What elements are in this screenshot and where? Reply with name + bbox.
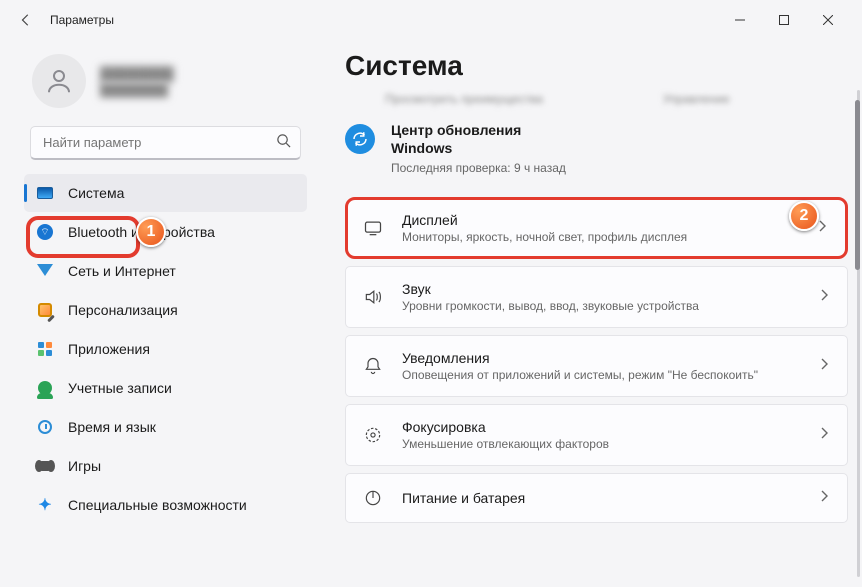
power-icon [362, 488, 384, 508]
sidebar-item-accessibility[interactable]: ✦ Специальные возможности [24, 486, 307, 524]
update-title-2: Windows [391, 140, 566, 158]
card-display[interactable]: Дисплей Мониторы, яркость, ночной свет, п… [345, 197, 848, 259]
sidebar-item-gaming[interactable]: Игры [24, 447, 307, 485]
sidebar-item-network[interactable]: Сеть и Интернет [24, 252, 307, 290]
sidebar-item-label: Приложения [68, 341, 150, 357]
minimize-button[interactable] [718, 5, 762, 35]
accounts-icon [36, 379, 54, 397]
sidebar-item-time[interactable]: Время и язык [24, 408, 307, 446]
sound-icon [362, 287, 384, 307]
main-panel: Система Просмотреть преимущества Управле… [315, 40, 862, 587]
display-icon [362, 218, 384, 238]
chevron-right-icon [821, 357, 829, 375]
marker-1: 1 [136, 217, 166, 247]
update-title-1: Центр обновления [391, 122, 566, 140]
network-icon [36, 262, 54, 280]
maximize-button[interactable] [762, 5, 806, 35]
scrollbar-thumb[interactable] [855, 100, 860, 270]
update-status: Последняя проверка: 9 ч назад [391, 161, 566, 175]
page-title: Система [345, 50, 848, 82]
system-icon [36, 184, 54, 202]
sidebar-item-apps[interactable]: Приложения [24, 330, 307, 368]
profile-name: ████████ [100, 66, 174, 81]
search-input[interactable] [30, 126, 301, 160]
card-notifications[interactable]: Уведомления Оповещения от приложений и си… [345, 335, 848, 397]
chevron-right-icon [821, 426, 829, 444]
chevron-right-icon [821, 288, 829, 306]
minimize-icon [735, 15, 745, 25]
avatar [32, 54, 86, 108]
profile-email: ████████ [100, 83, 174, 97]
sidebar: ████████ ████████ Система⌔Bluetooth и ус… [0, 40, 315, 587]
close-button[interactable] [806, 5, 850, 35]
hint-left: Просмотреть преимущества [385, 92, 543, 106]
maximize-icon [779, 15, 789, 25]
notifications-icon [362, 356, 384, 376]
sidebar-item-system[interactable]: Система [24, 174, 307, 212]
bluetooth-icon: ⌔ [36, 223, 54, 241]
gaming-icon [36, 457, 54, 475]
sidebar-item-label: Персонализация [68, 302, 178, 318]
arrow-left-icon [19, 13, 33, 27]
sidebar-item-label: Сеть и Интернет [68, 263, 176, 279]
person-icon [44, 66, 74, 96]
card-title: Звук [402, 281, 699, 297]
card-subtitle: Мониторы, яркость, ночной свет, профиль … [402, 230, 687, 244]
close-icon [823, 15, 833, 25]
time-icon [36, 418, 54, 436]
sidebar-nav: Система⌔Bluetooth и устройстваСеть и Инт… [24, 174, 307, 524]
card-title: Дисплей [402, 212, 687, 228]
windows-update-row[interactable]: Центр обновления Windows Последняя прове… [345, 116, 848, 197]
sidebar-item-label: Система [68, 185, 124, 201]
sidebar-item-personalization[interactable]: Персонализация [24, 291, 307, 329]
card-focus[interactable]: Фокусировка Уменьшение отвлекающих фактор… [345, 404, 848, 466]
sidebar-item-label: Специальные возможности [68, 497, 247, 513]
sidebar-item-accounts[interactable]: Учетные записи [24, 369, 307, 407]
card-list: Дисплей Мониторы, яркость, ночной свет, п… [345, 197, 848, 523]
card-sound[interactable]: Звук Уровни громкости, вывод, ввод, звуко… [345, 266, 848, 328]
search-icon [276, 133, 291, 153]
hint-row: Просмотреть преимущества Управление [345, 86, 848, 116]
sidebar-item-label: Время и язык [68, 419, 156, 435]
chevron-right-icon [821, 489, 829, 507]
sidebar-item-label: Игры [68, 458, 101, 474]
card-subtitle: Уровни громкости, вывод, ввод, звуковые … [402, 299, 699, 313]
card-title: Питание и батарея [402, 490, 525, 506]
card-title: Фокусировка [402, 419, 609, 435]
card-title: Уведомления [402, 350, 758, 366]
accessibility-icon: ✦ [36, 496, 54, 514]
apps-icon [36, 340, 54, 358]
titlebar: Параметры [0, 0, 862, 40]
card-power[interactable]: Питание и батарея [345, 473, 848, 523]
sidebar-item-label: Учетные записи [68, 380, 172, 396]
back-button[interactable] [12, 6, 40, 34]
scrollbar-track[interactable] [857, 90, 860, 577]
hint-right: Управление [663, 92, 730, 106]
profile-box[interactable]: ████████ ████████ [24, 48, 307, 124]
marker-2: 2 [789, 201, 819, 231]
card-subtitle: Оповещения от приложений и системы, режи… [402, 368, 758, 382]
card-subtitle: Уменьшение отвлекающих факторов [402, 437, 609, 451]
chevron-right-icon [819, 219, 827, 237]
personalization-icon [36, 301, 54, 319]
update-icon [345, 124, 375, 154]
window-title: Параметры [50, 13, 114, 27]
focus-icon [362, 425, 384, 445]
